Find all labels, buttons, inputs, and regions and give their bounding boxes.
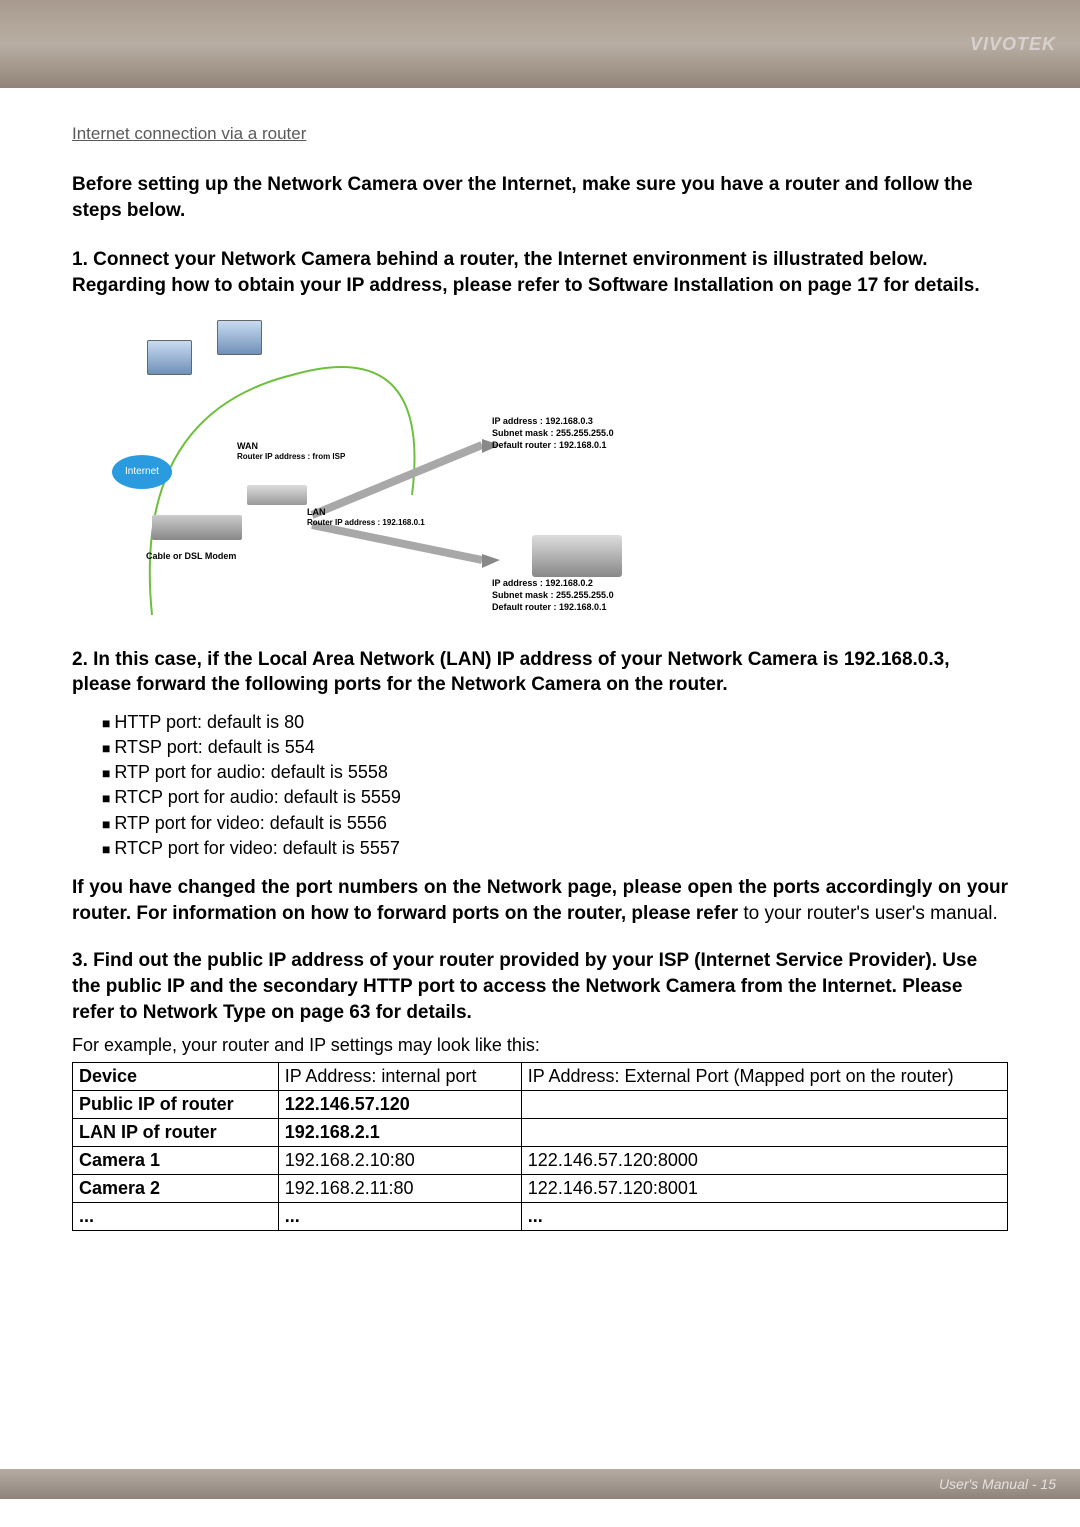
wan-ip-label: Router IP address : from ISP [237, 452, 345, 461]
camera-gw: Default router : 192.168.0.1 [492, 439, 614, 451]
table-row: Camera 1 192.168.2.10:80 122.146.57.120:… [73, 1147, 1008, 1175]
table-cell: LAN IP of router [73, 1119, 279, 1147]
lan-ip-label: Router IP address : 192.168.0.1 [307, 518, 425, 527]
table-cell [521, 1119, 1007, 1147]
header-bar: VIVOTEK [0, 0, 1080, 88]
network-diagram: Internet Cable or DSL Modem WAN Router I… [72, 315, 1008, 635]
table-cell: ... [278, 1203, 521, 1231]
table-cell: Camera 2 [73, 1175, 279, 1203]
table-header: IP Address: External Port (Mapped port o… [521, 1063, 1007, 1091]
table-row: ... ... ... [73, 1203, 1008, 1231]
table-cell: 122.146.57.120:8000 [521, 1147, 1007, 1175]
table-cell: 192.168.2.1 [278, 1119, 521, 1147]
camera-mask: Subnet mask : 255.255.255.0 [492, 427, 614, 439]
table-cell: 192.168.2.10:80 [278, 1147, 521, 1175]
list-item: RTCP port for video: default is 5557 [102, 836, 1008, 861]
ip-settings-table: Device IP Address: internal port IP Addr… [72, 1062, 1008, 1231]
router-icon [247, 485, 307, 505]
table-header: Device [73, 1063, 279, 1091]
laptop-gw: Default router : 192.168.0.1 [492, 601, 614, 613]
intro-text: Before setting up the Network Camera ove… [72, 172, 1008, 223]
camera-info: IP address : 192.168.0.3 Subnet mask : 2… [492, 415, 614, 451]
port-note: If you have changed the port numbers on … [72, 875, 1008, 926]
list-item: RTCP port for audio: default is 5559 [102, 785, 1008, 810]
modem-label: Cable or DSL Modem [146, 551, 236, 561]
table-row: LAN IP of router 192.168.2.1 [73, 1119, 1008, 1147]
section-title: Internet connection via a router [72, 124, 1008, 144]
port-list: HTTP port: default is 80 RTSP port: defa… [102, 710, 1008, 861]
table-header: IP Address: internal port [278, 1063, 521, 1091]
table-row: Device IP Address: internal port IP Addr… [73, 1063, 1008, 1091]
list-item: RTSP port: default is 554 [102, 735, 1008, 760]
lan-label: LAN [307, 507, 326, 517]
list-item: HTTP port: default is 80 [102, 710, 1008, 735]
table-cell: 122.146.57.120 [278, 1091, 521, 1119]
computers-icon [147, 320, 287, 390]
table-row: Camera 2 192.168.2.11:80 122.146.57.120:… [73, 1175, 1008, 1203]
laptop-info: IP address : 192.168.0.2 Subnet mask : 2… [492, 577, 614, 613]
list-item: RTP port for audio: default is 5558 [102, 760, 1008, 785]
footer-text: User's Manual - 15 [939, 1476, 1056, 1492]
table-cell: Camera 1 [73, 1147, 279, 1175]
modem-icon [152, 515, 242, 540]
list-item: RTP port for video: default is 5556 [102, 811, 1008, 836]
table-row: Public IP of router 122.146.57.120 [73, 1091, 1008, 1119]
laptop-mask: Subnet mask : 255.255.255.0 [492, 589, 614, 601]
table-cell: ... [521, 1203, 1007, 1231]
footer-bar: User's Manual - 15 [0, 1469, 1080, 1499]
laptop-ip: IP address : 192.168.0.2 [492, 577, 614, 589]
table-cell [521, 1091, 1007, 1119]
internet-cloud-icon: Internet [112, 455, 172, 489]
step-3: 3. Find out the public IP address of you… [72, 948, 1008, 1025]
table-cell: Public IP of router [73, 1091, 279, 1119]
table-cell: 122.146.57.120:8001 [521, 1175, 1007, 1203]
note-plain: to your router's user's manual. [738, 903, 998, 924]
step-1: 1. Connect your Network Camera behind a … [72, 247, 1008, 298]
table-caption: For example, your router and IP settings… [72, 1035, 1008, 1056]
wan-label: WAN [237, 441, 258, 451]
page-content: Internet connection via a router Before … [0, 88, 1080, 1231]
step-2: 2. In this case, if the Local Area Netwo… [72, 647, 1008, 698]
table-cell: 192.168.2.11:80 [278, 1175, 521, 1203]
brand-logo: VIVOTEK [970, 34, 1056, 55]
laptop-icon [532, 535, 622, 577]
camera-ip: IP address : 192.168.0.3 [492, 415, 614, 427]
table-cell: ... [73, 1203, 279, 1231]
